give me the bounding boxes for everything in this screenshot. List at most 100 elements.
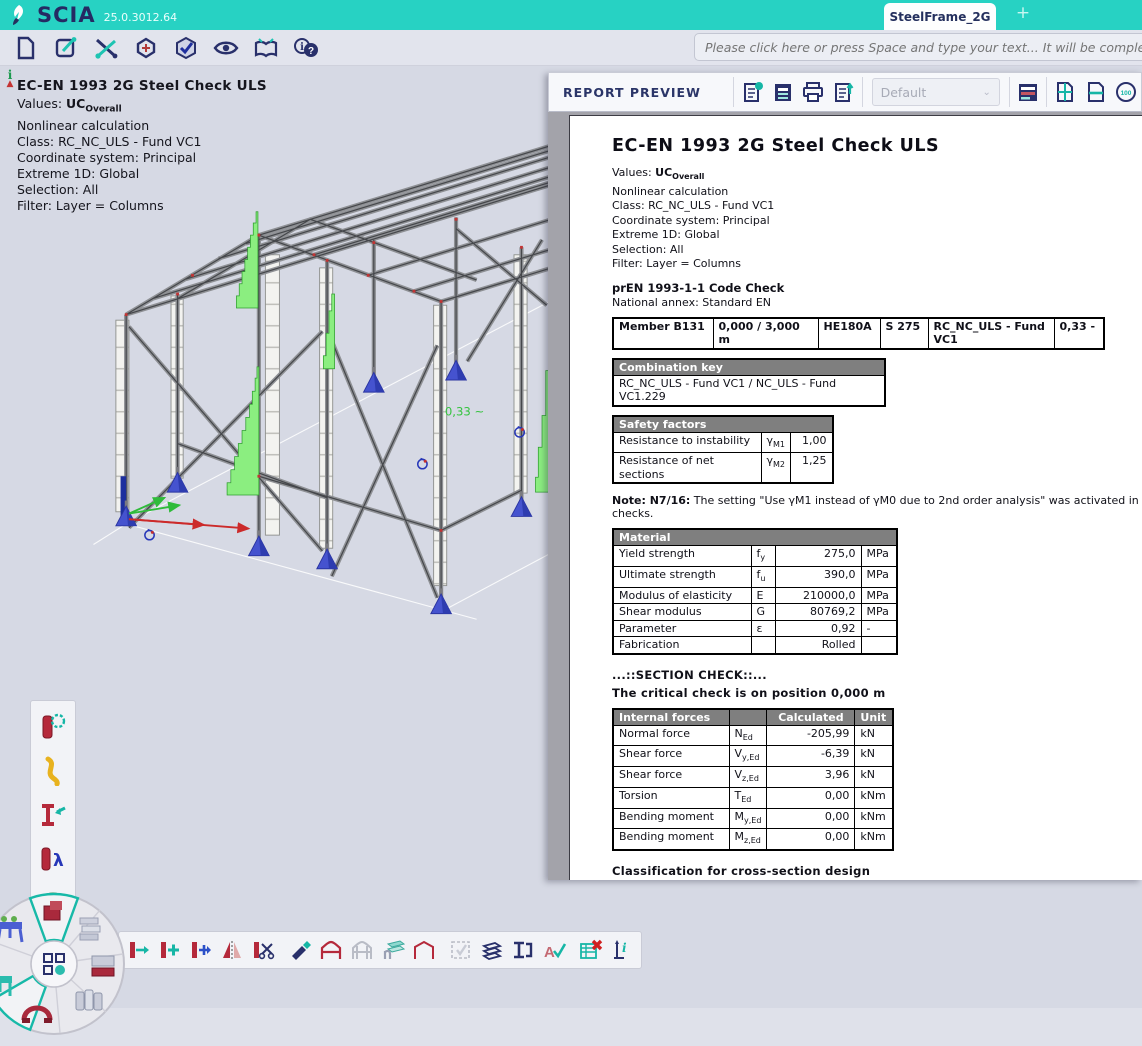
table-row: FabricationRolled — [613, 637, 897, 654]
dimension-info-button[interactable]: i — [606, 934, 637, 966]
table-cell: MPa — [861, 587, 897, 604]
table-row: Bending momentMy,Ed0,00kNm — [613, 808, 893, 829]
wheel-hub[interactable] — [31, 941, 77, 987]
member-check-settings-button[interactable] — [33, 705, 73, 749]
layers-button[interactable] — [476, 934, 507, 966]
print-button[interactable] — [798, 76, 828, 108]
table-cell: Member B131 — [613, 318, 713, 349]
table-cell: MPa — [861, 546, 897, 567]
section-label-button[interactable] — [507, 934, 538, 966]
storey-layers-icon — [380, 938, 406, 962]
table-cell: 80769,2 — [775, 604, 861, 621]
slenderness-lambda-icon: λ — [38, 844, 68, 874]
svg-text:A: A — [544, 944, 555, 961]
project-viewer-button[interactable] — [126, 32, 166, 64]
table-cell: fy — [751, 546, 775, 567]
svg-text:100: 100 — [1120, 90, 1131, 97]
trim-member-button[interactable] — [247, 934, 278, 966]
table-of-contents-button[interactable] — [768, 76, 798, 108]
svg-text:?: ? — [308, 46, 314, 57]
table-cell: -6,39 — [767, 746, 855, 767]
table-cell: 3,96 — [767, 767, 855, 788]
table-cell: 0,000 / 3,000 m — [713, 318, 818, 349]
add-member-button[interactable] — [185, 934, 216, 966]
table-cell: 1,25 — [791, 453, 833, 484]
slenderness-lambda-button[interactable]: λ — [33, 837, 73, 881]
table-cell: Shear force — [613, 746, 729, 767]
workstation-wheel[interactable] — [0, 888, 140, 1046]
table-header-cell: Safety factors — [613, 416, 833, 433]
report-meta-line: Filter: Layer = Columns — [612, 257, 1142, 272]
brand-name: SCIA — [37, 3, 96, 27]
copy-member-button[interactable] — [154, 934, 185, 966]
report-page: EC-EN 1993 2G Steel Check ULS Values: UC… — [569, 115, 1142, 880]
annex-line: National annex: Standard EN — [612, 296, 1142, 309]
wheel-item-slabs-icon[interactable] — [80, 918, 100, 940]
table-header-cell: Unit — [855, 709, 893, 726]
deformed-member-button[interactable] — [33, 749, 73, 793]
uc-result-label: 0,33 ~ — [445, 405, 484, 419]
wheel-item-materials-icon[interactable] — [76, 990, 102, 1010]
portal-frame-button[interactable] — [408, 934, 439, 966]
table-cell: Vz,Ed — [729, 767, 767, 788]
paintbrush-button[interactable] — [284, 934, 315, 966]
legend-values: Values: UCOverall — [17, 96, 267, 118]
frame-wizard-disabled-icon — [349, 938, 375, 962]
table-cell: kN — [855, 725, 893, 746]
text-check-icon: A — [541, 938, 567, 962]
table-row: Bending momentMz,Ed0,00kNm — [613, 829, 893, 850]
table-cell: HE180A — [818, 318, 880, 349]
check-structure-button[interactable] — [166, 32, 206, 64]
help-button[interactable]: i ? — [286, 32, 326, 64]
report-style-button[interactable] — [1013, 76, 1043, 108]
visibility-button[interactable] — [206, 32, 246, 64]
report-meta-line: Coordinate system: Principal — [612, 214, 1142, 229]
new-tab-button[interactable]: + — [1008, 3, 1038, 27]
selection-check-disabled-button[interactable] — [445, 934, 476, 966]
table-cell: Torsion — [613, 787, 729, 808]
material-table: MaterialYield strengthfy275,0MPaUltimate… — [612, 528, 898, 654]
two-page-view-button[interactable] — [1050, 76, 1080, 108]
edit-model-button[interactable] — [46, 32, 86, 64]
table-cell: Ultimate strength — [613, 567, 751, 588]
report-page-area[interactable]: EC-EN 1993 2G Steel Check ULS Values: UC… — [548, 112, 1142, 880]
scia-leaf-icon — [8, 4, 30, 26]
table-cell: Bending moment — [613, 808, 729, 829]
text-check-button[interactable]: A — [538, 934, 569, 966]
add-member-icon — [189, 938, 213, 962]
export-report-button[interactable] — [828, 76, 858, 108]
project-tab[interactable]: SteelFrame_2G — [884, 3, 996, 30]
svg-text:i: i — [622, 941, 627, 955]
library-button[interactable] — [246, 32, 286, 64]
table-header-cell: Combination key — [613, 359, 885, 376]
delete-table-button[interactable] — [575, 934, 606, 966]
table-of-contents-icon — [772, 80, 794, 104]
mirror-button[interactable] — [216, 934, 247, 966]
spotlight-search-input[interactable] — [694, 33, 1142, 61]
new-document-button[interactable] — [6, 32, 46, 64]
table-cell: G — [751, 604, 775, 621]
wheel-item-load-panel-icon[interactable] — [92, 956, 114, 976]
svg-text:i: i — [300, 42, 304, 53]
project-tab-label: SteelFrame_2G — [889, 10, 990, 24]
legend-info-icon[interactable]: i▲ — [3, 70, 17, 88]
report-meta-line: Selection: All — [612, 243, 1142, 258]
new-report-button[interactable] — [737, 76, 767, 108]
frame-wizard-disabled-button[interactable] — [346, 934, 377, 966]
table-cell: RC_NC_ULS - Fund VC1 — [928, 318, 1054, 349]
critical-check-line: The critical check is on position 0,000 … — [612, 686, 1142, 700]
tools-button[interactable] — [86, 32, 126, 64]
frame-wizard-button[interactable] — [315, 934, 346, 966]
main-toolbar: i ? — [0, 30, 1142, 66]
check-structure-icon — [173, 36, 199, 60]
report-template-dropdown[interactable]: Default ⌄ — [872, 78, 1000, 106]
report-meta-line: Nonlinear calculation — [612, 185, 1142, 200]
table-row: Shear forceVy,Ed-6,39kN — [613, 746, 893, 767]
table-cell: Parameter — [613, 620, 751, 637]
zoom-100-button[interactable]: 100 — [1111, 76, 1141, 108]
storey-layers-button[interactable] — [377, 934, 408, 966]
table-header-cell: Calculated — [767, 709, 855, 726]
cross-section-arrow-button[interactable] — [33, 793, 73, 837]
one-page-view-button[interactable] — [1080, 76, 1110, 108]
table-row: Resistance of net sectionsγM21,25 — [613, 453, 833, 484]
